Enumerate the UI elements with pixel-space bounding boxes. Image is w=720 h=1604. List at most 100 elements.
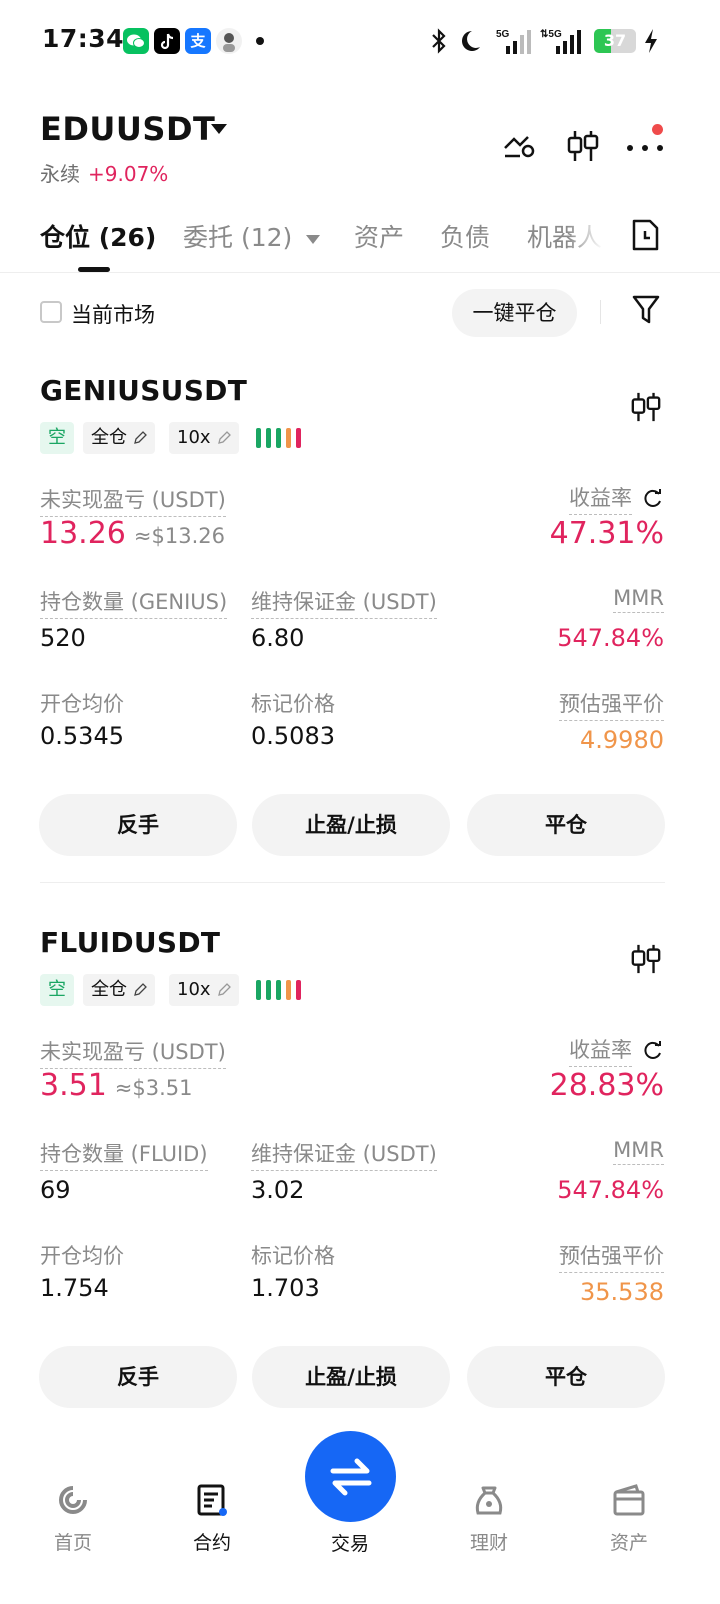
roe-header[interactable]: 收益率	[569, 1034, 664, 1067]
size-label[interactable]: 持仓数量 (FLUID)	[40, 1138, 208, 1171]
trade-fab-button[interactable]	[305, 1431, 396, 1522]
avatar-icon	[216, 28, 242, 54]
notification-dot	[256, 37, 264, 45]
kline-chart-icon[interactable]	[566, 128, 600, 168]
unrealized-pnl-usd: ≈$3.51	[114, 1076, 193, 1100]
reverse-button[interactable]: 反手	[39, 1346, 237, 1408]
position-pair[interactable]: FLUIDUSDT	[40, 926, 220, 959]
maint-margin-label[interactable]: 维持保证金 (USDT)	[251, 1138, 437, 1171]
entry-price-label: 开仓均价	[40, 1244, 124, 1268]
signal-5g-icon-2: ⇅5G	[540, 26, 586, 56]
roe-label: 收益率	[569, 1034, 632, 1067]
svg-text:5G: 5G	[496, 29, 510, 40]
nav-assets-label: 资产	[609, 1532, 648, 1554]
maint-margin-label[interactable]: 维持保证金 (USDT)	[251, 586, 437, 619]
nav-futures[interactable]: 合约	[162, 1482, 262, 1555]
unrealized-pnl-label[interactable]: 未实现盈亏 (USDT)	[40, 1036, 226, 1069]
mmr-label[interactable]: MMR	[613, 586, 664, 613]
earn-icon	[475, 1486, 503, 1515]
tiktok-icon	[154, 28, 180, 54]
bluetooth-icon	[428, 26, 450, 56]
alipay-icon: 支	[185, 28, 211, 54]
position-chart-icon[interactable]	[630, 390, 662, 428]
edit-icon	[134, 983, 147, 996]
charging-icon	[642, 26, 660, 56]
filter-divider	[600, 300, 601, 324]
size-label[interactable]: 持仓数量 (GENIUS)	[40, 586, 228, 619]
symbol-title[interactable]: EDUUSDT	[40, 110, 215, 148]
liq-price-value: 35.538	[580, 1278, 664, 1306]
maint-margin-value: 6.80	[251, 624, 305, 652]
entry-price-value: 0.5345	[40, 722, 124, 750]
tab-bots-wrapper[interactable]: 机器人	[527, 210, 603, 256]
edit-icon	[134, 431, 147, 444]
close-position-button[interactable]: 平仓	[467, 794, 665, 856]
status-time: 17:34	[42, 24, 125, 53]
roe-value: 47.31%	[549, 516, 664, 551]
tab-orders-label: 委托 (12)	[183, 223, 293, 252]
current-market-label[interactable]: 当前市场	[71, 299, 155, 329]
swap-icon	[330, 1458, 371, 1495]
nav-trade-label[interactable]: 交易	[300, 1529, 400, 1556]
orders-dropdown-icon	[306, 234, 321, 244]
signal-5g-icon-1: 5G	[496, 26, 532, 56]
nav-home-label: 首页	[53, 1532, 92, 1554]
position-card: FLUIDUSDT 空 全仓 10x 未实现盈亏 (USDT) 3.51 ≈$3…	[0, 926, 720, 1486]
close-position-button[interactable]: 平仓	[467, 1346, 665, 1408]
close-all-button[interactable]: 一键平仓	[452, 289, 577, 337]
nav-earn[interactable]: 理财	[439, 1482, 539, 1555]
leverage-tag[interactable]: 10x	[169, 974, 239, 1006]
unrealized-pnl-label[interactable]: 未实现盈亏 (USDT)	[40, 484, 226, 517]
history-icon[interactable]	[630, 218, 660, 256]
position-chart-icon[interactable]	[630, 942, 662, 980]
battery-icon: 37	[594, 26, 636, 56]
entry-price-label: 开仓均价	[40, 692, 124, 716]
liq-price-label[interactable]: 预估强平价	[559, 1240, 664, 1273]
liq-price-value: 4.9980	[580, 726, 664, 754]
margin-mode-label: 全仓	[91, 979, 127, 1000]
wechat-icon	[123, 28, 149, 54]
adl-indicator	[256, 428, 301, 448]
tab-orders[interactable]: 委托 (12)	[183, 218, 321, 254]
tab-fade	[567, 210, 603, 256]
mark-price-value: 0.5083	[251, 722, 335, 750]
adl-bar	[266, 428, 271, 448]
leverage-tag[interactable]: 10x	[169, 422, 239, 454]
tab-liabilities[interactable]: 负债	[440, 218, 490, 254]
tab-assets[interactable]: 资产	[354, 218, 404, 254]
liq-price-label[interactable]: 预估强平价	[559, 688, 664, 721]
side-tag: 空	[40, 974, 74, 1006]
margin-mode-tag[interactable]: 全仓	[83, 974, 155, 1006]
reverse-button[interactable]: 反手	[39, 794, 237, 856]
tab-positions[interactable]: 仓位 (26)	[40, 218, 156, 254]
roe-label: 收益率	[569, 482, 632, 515]
refresh-icon[interactable]	[642, 1040, 664, 1062]
filter-icon[interactable]	[631, 294, 661, 330]
edit-icon	[217, 983, 231, 996]
tpsl-button[interactable]: 止盈/止损	[252, 794, 450, 856]
adl-bar	[296, 428, 301, 448]
refresh-icon[interactable]	[642, 488, 664, 510]
position-pair[interactable]: GENIUSUSDT	[40, 374, 247, 407]
mmr-label[interactable]: MMR	[613, 1138, 664, 1165]
nav-assets[interactable]: 资产	[579, 1482, 679, 1555]
roe-header[interactable]: 收益率	[569, 482, 664, 515]
more-menu-icon[interactable]	[626, 140, 666, 159]
price-alert-icon[interactable]	[502, 128, 538, 166]
contract-type: 永续	[40, 162, 80, 186]
size-value: 520	[40, 624, 86, 652]
adl-bar	[286, 428, 291, 448]
symbol-dropdown-icon[interactable]	[211, 124, 227, 134]
current-market-checkbox[interactable]	[40, 301, 62, 323]
leverage-label: 10x	[177, 979, 211, 1000]
notification-badge	[652, 124, 663, 135]
margin-mode-tag[interactable]: 全仓	[83, 422, 155, 454]
nav-home[interactable]: 首页	[23, 1482, 123, 1555]
tpsl-button[interactable]: 止盈/止损	[252, 1346, 450, 1408]
side-tag: 空	[40, 422, 74, 454]
adl-bar	[286, 980, 291, 1000]
mmr-value: 547.84%	[557, 624, 664, 652]
adl-bar	[276, 980, 281, 1000]
unrealized-pnl-value: 13.26	[40, 516, 126, 551]
adl-indicator	[256, 980, 301, 1000]
